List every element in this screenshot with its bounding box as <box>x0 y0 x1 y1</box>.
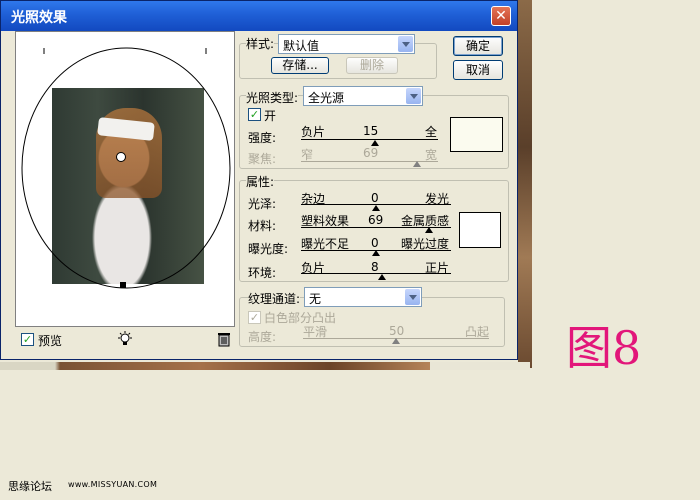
focus-label: 聚焦: <box>248 152 277 166</box>
light-type-value: 全光源 <box>308 91 345 105</box>
light-color-swatch[interactable] <box>450 117 503 152</box>
intensity-label: 强度: <box>248 131 277 145</box>
exposure-value: 0 <box>371 236 379 250</box>
preview-panel[interactable] <box>15 31 235 327</box>
height-slider-thumb[interactable] <box>392 338 400 344</box>
chevron-down-icon[interactable] <box>406 88 421 104</box>
properties-label: 属性: <box>246 173 275 190</box>
title-bar[interactable]: 光照效果 ✕ <box>1 1 517 31</box>
focus-value: 69 <box>363 146 379 160</box>
background-photo-edge <box>518 0 532 368</box>
watermark-site-name: 思缘论坛 <box>8 480 52 493</box>
focus-slider-thumb[interactable] <box>413 161 422 167</box>
ok-button[interactable]: 确定 <box>453 36 503 56</box>
texture-channel-label: 纹理通道: <box>248 290 301 307</box>
watermark-url: www.MISSYUAN.COM <box>68 480 158 489</box>
ambient-color-swatch[interactable] <box>459 212 501 248</box>
light-type-label: 光照类型: <box>246 89 299 106</box>
material-value: 69 <box>368 213 384 227</box>
height-value: 50 <box>389 324 405 338</box>
chevron-down-icon[interactable] <box>405 289 420 305</box>
gloss-value: 0 <box>371 191 379 205</box>
ambience-slider-thumb[interactable] <box>378 274 386 280</box>
gloss-label: 光泽: <box>248 197 277 211</box>
figure-label: 图8 <box>566 321 642 375</box>
trash-icon[interactable] <box>216 331 232 347</box>
close-button[interactable]: ✕ <box>491 6 511 26</box>
cancel-button[interactable]: 取消 <box>453 60 503 80</box>
light-bulb-icon[interactable] <box>117 331 133 347</box>
light-on-checkbox[interactable]: ✓ <box>248 108 261 121</box>
style-select-value: 默认值 <box>283 39 320 53</box>
texture-channel-select[interactable]: 无 <box>304 287 422 307</box>
background-photo-edge-bottom <box>0 362 530 370</box>
intensity-left-label: 负片 <box>301 125 326 139</box>
white-high-checkbox[interactable]: ✓ <box>248 311 261 324</box>
delete-style-button[interactable]: 删除 <box>346 57 398 74</box>
material-label: 材料: <box>248 219 277 233</box>
intensity-slider-track[interactable] <box>301 139 438 140</box>
light-center-handle[interactable] <box>116 152 126 162</box>
preview-checkbox[interactable]: ✓ <box>21 333 34 346</box>
texture-channel-value: 无 <box>309 292 322 306</box>
exposure-slider-thumb[interactable] <box>372 250 380 256</box>
intensity-value: 15 <box>363 124 379 138</box>
save-style-button[interactable]: 存储... <box>271 57 329 74</box>
gloss-slider-thumb[interactable] <box>372 205 380 211</box>
ambience-slider-track[interactable] <box>301 273 451 274</box>
style-select[interactable]: 默认值 <box>278 34 415 54</box>
light-type-select[interactable]: 全光源 <box>303 86 423 106</box>
exposure-label: 曝光度: <box>248 242 289 256</box>
ambience-value: 8 <box>371 260 379 274</box>
preview-label: 预览 <box>38 334 63 348</box>
light-edge-handle[interactable] <box>120 282 126 288</box>
ambience-label: 环境: <box>248 266 277 280</box>
window-title: 光照效果 <box>11 10 67 26</box>
intensity-right-label: 全 <box>425 125 438 139</box>
height-label: 高度: <box>248 330 277 344</box>
material-slider-thumb[interactable] <box>424 227 433 233</box>
style-label: 样式: <box>246 35 275 52</box>
light-on-label: 开 <box>264 109 277 123</box>
lighting-effects-dialog: 光照效果 ✕ ✓ 预览 确定 取消 样式: 默认值 存储... 删除 光照类型:… <box>0 0 518 360</box>
chevron-down-icon[interactable] <box>398 36 413 52</box>
